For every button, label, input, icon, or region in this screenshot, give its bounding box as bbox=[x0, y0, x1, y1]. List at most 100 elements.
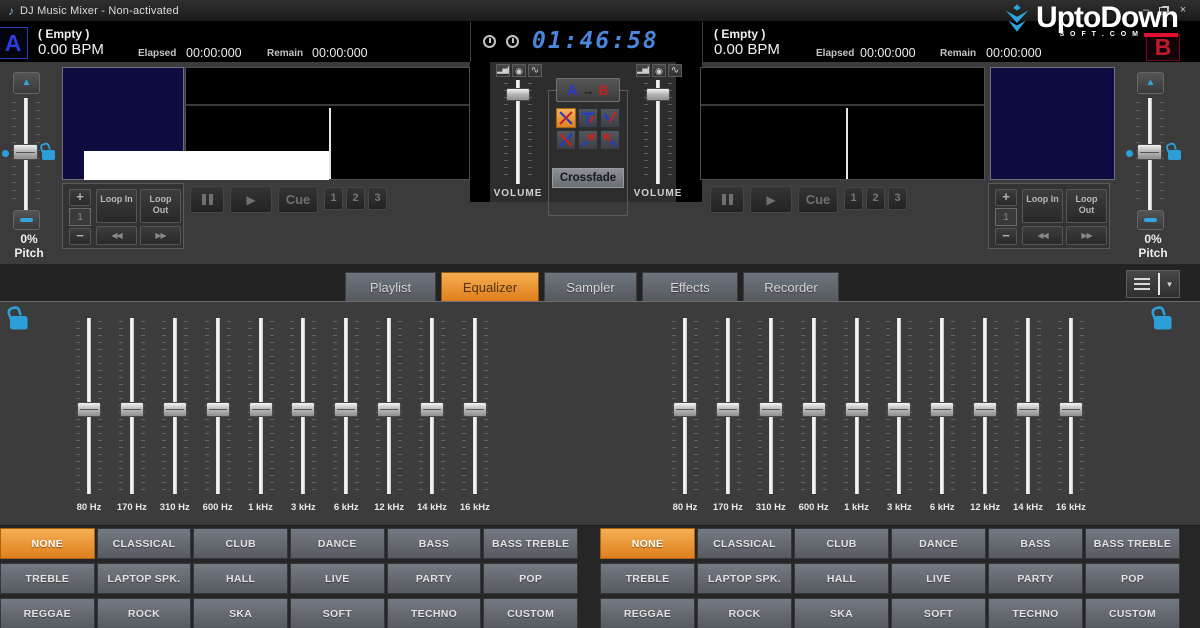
eq-slider[interactable] bbox=[72, 318, 106, 494]
eq-slider-handle[interactable] bbox=[334, 402, 358, 417]
preset-club-button[interactable]: CLUB bbox=[794, 528, 889, 559]
eq-slider-handle[interactable] bbox=[420, 402, 444, 417]
eq-slider[interactable] bbox=[244, 318, 278, 494]
preset-treble-button[interactable]: TREBLE bbox=[0, 563, 95, 594]
tab-playlist[interactable]: Playlist bbox=[345, 272, 436, 301]
tab-effects[interactable]: Effects bbox=[642, 272, 738, 301]
preset-ska-button[interactable]: SKA bbox=[794, 598, 889, 628]
preset-live-button[interactable]: LIVE bbox=[290, 563, 385, 594]
eq-slider-handle[interactable] bbox=[716, 402, 740, 417]
preset-none-button[interactable]: NONE bbox=[0, 528, 95, 559]
eq-slider-handle[interactable] bbox=[887, 402, 911, 417]
preset-soft-button[interactable]: SOFT bbox=[290, 598, 385, 628]
preset-bass-button[interactable]: BASS bbox=[988, 528, 1083, 559]
crossfade-curve-rise-button[interactable] bbox=[578, 130, 598, 150]
preset-reggae-button[interactable]: REGGAE bbox=[600, 598, 695, 628]
eq-slider-handle[interactable] bbox=[759, 402, 783, 417]
eq-slider-handle[interactable] bbox=[973, 402, 997, 417]
eq-slider-handle[interactable] bbox=[377, 402, 401, 417]
knob-view-button[interactable]: ◉ bbox=[652, 64, 666, 77]
eq-slider[interactable] bbox=[415, 318, 449, 494]
fast-forward-button[interactable]: ▶▶ bbox=[1066, 226, 1107, 245]
playlist-view-button[interactable]: ▼ bbox=[1126, 270, 1180, 298]
cue-button[interactable]: Cue bbox=[278, 186, 318, 213]
knob-view-button[interactable]: ◉ bbox=[512, 64, 526, 77]
preset-soft-button[interactable]: SOFT bbox=[891, 598, 986, 628]
preset-live-button[interactable]: LIVE bbox=[891, 563, 986, 594]
eq-slider-handle[interactable] bbox=[673, 402, 697, 417]
preset-pop-button[interactable]: POP bbox=[483, 563, 578, 594]
pitch-slider-handle[interactable] bbox=[1137, 144, 1162, 160]
preset-rock-button[interactable]: ROCK bbox=[697, 598, 792, 628]
stopwatch-icon[interactable] bbox=[506, 35, 519, 48]
eq-slider[interactable] bbox=[840, 318, 874, 494]
pitch-lock-icon[interactable] bbox=[42, 150, 55, 160]
eq-slider-handle[interactable] bbox=[120, 402, 144, 417]
meter-view-button[interactable]: ▂▅▇ bbox=[496, 64, 510, 77]
crossfade-curve-x-button[interactable] bbox=[556, 108, 576, 128]
preset-dance-button[interactable]: DANCE bbox=[891, 528, 986, 559]
loop-increase-button[interactable]: + bbox=[995, 189, 1017, 206]
preset-pop-button[interactable]: POP bbox=[1085, 563, 1180, 594]
fade-a-to-b-button[interactable]: A → B bbox=[556, 78, 620, 102]
pause-button[interactable] bbox=[190, 186, 224, 213]
eq-slider-handle[interactable] bbox=[463, 402, 487, 417]
pitch-up-button[interactable]: ▲ bbox=[1137, 72, 1164, 94]
eq-slider[interactable] bbox=[286, 318, 320, 494]
pitch-slider-handle[interactable] bbox=[13, 144, 38, 160]
rewind-button[interactable]: ◀◀ bbox=[1022, 226, 1063, 245]
eq-slider-handle[interactable] bbox=[77, 402, 101, 417]
tab-sampler[interactable]: Sampler bbox=[544, 272, 637, 301]
eq-slider[interactable] bbox=[711, 318, 745, 494]
preset-bass-treble-button[interactable]: BASS TREBLE bbox=[1085, 528, 1180, 559]
eq-slider-handle[interactable] bbox=[249, 402, 273, 417]
hotcue-1-button[interactable]: 1 bbox=[324, 187, 343, 210]
play-button[interactable]: ▶ bbox=[230, 186, 272, 213]
hotcue-1-button[interactable]: 1 bbox=[844, 187, 863, 210]
crossfade-curve-fall-button[interactable] bbox=[600, 130, 620, 150]
preset-rock-button[interactable]: ROCK bbox=[97, 598, 192, 628]
eq-slider[interactable] bbox=[329, 318, 363, 494]
preset-custom-button[interactable]: CUSTOM bbox=[483, 598, 578, 628]
eq-slider[interactable] bbox=[458, 318, 492, 494]
pitch-reset-button[interactable] bbox=[13, 210, 40, 230]
crossfade-curve-v-button[interactable] bbox=[600, 108, 620, 128]
eq-slider[interactable] bbox=[754, 318, 788, 494]
preset-treble-button[interactable]: TREBLE bbox=[600, 563, 695, 594]
wave-view-button[interactable]: ∿ bbox=[668, 64, 682, 77]
preset-hall-button[interactable]: HALL bbox=[193, 563, 288, 594]
hotcue-2-button[interactable]: 2 bbox=[866, 187, 885, 210]
cue-button[interactable]: Cue bbox=[798, 186, 838, 213]
pause-button[interactable] bbox=[710, 186, 744, 213]
deck-a-pitch-slider[interactable] bbox=[10, 98, 42, 210]
hotcue-3-button[interactable]: 3 bbox=[888, 187, 907, 210]
eq-b-lock-icon[interactable] bbox=[1154, 316, 1172, 330]
preset-laptop-spk-button[interactable]: LAPTOP SPK. bbox=[97, 563, 192, 594]
eq-slider-handle[interactable] bbox=[163, 402, 187, 417]
crossfade-curve-step-button[interactable] bbox=[578, 108, 598, 128]
hotcue-3-button[interactable]: 3 bbox=[368, 187, 387, 210]
hotcue-2-button[interactable]: 2 bbox=[346, 187, 365, 210]
eq-slider-handle[interactable] bbox=[1059, 402, 1083, 417]
eq-slider-handle[interactable] bbox=[845, 402, 869, 417]
loop-out-button[interactable]: Loop Out bbox=[1066, 189, 1107, 223]
pitch-up-button[interactable]: ▲ bbox=[13, 72, 40, 94]
preset-club-button[interactable]: CLUB bbox=[193, 528, 288, 559]
eq-a-lock-icon[interactable] bbox=[10, 316, 28, 330]
eq-slider[interactable] bbox=[1054, 318, 1088, 494]
eq-slider[interactable] bbox=[115, 318, 149, 494]
eq-slider[interactable] bbox=[158, 318, 192, 494]
eq-slider[interactable] bbox=[668, 318, 702, 494]
loop-increase-button[interactable]: + bbox=[69, 189, 91, 206]
deck-b-pitch-slider[interactable] bbox=[1134, 98, 1166, 210]
deck-b-volume-slider[interactable] bbox=[642, 80, 674, 184]
crossfade-curve-x2-button[interactable] bbox=[556, 130, 576, 150]
eq-slider-handle[interactable] bbox=[291, 402, 315, 417]
eq-slider[interactable] bbox=[968, 318, 1002, 494]
wave-view-button[interactable]: ∿ bbox=[528, 64, 542, 77]
loop-decrease-button[interactable]: − bbox=[69, 228, 91, 245]
eq-slider-handle[interactable] bbox=[930, 402, 954, 417]
preset-techno-button[interactable]: TECHNO bbox=[988, 598, 1083, 628]
deck-b-waveform[interactable] bbox=[700, 67, 985, 180]
rewind-button[interactable]: ◀◀ bbox=[96, 226, 137, 245]
